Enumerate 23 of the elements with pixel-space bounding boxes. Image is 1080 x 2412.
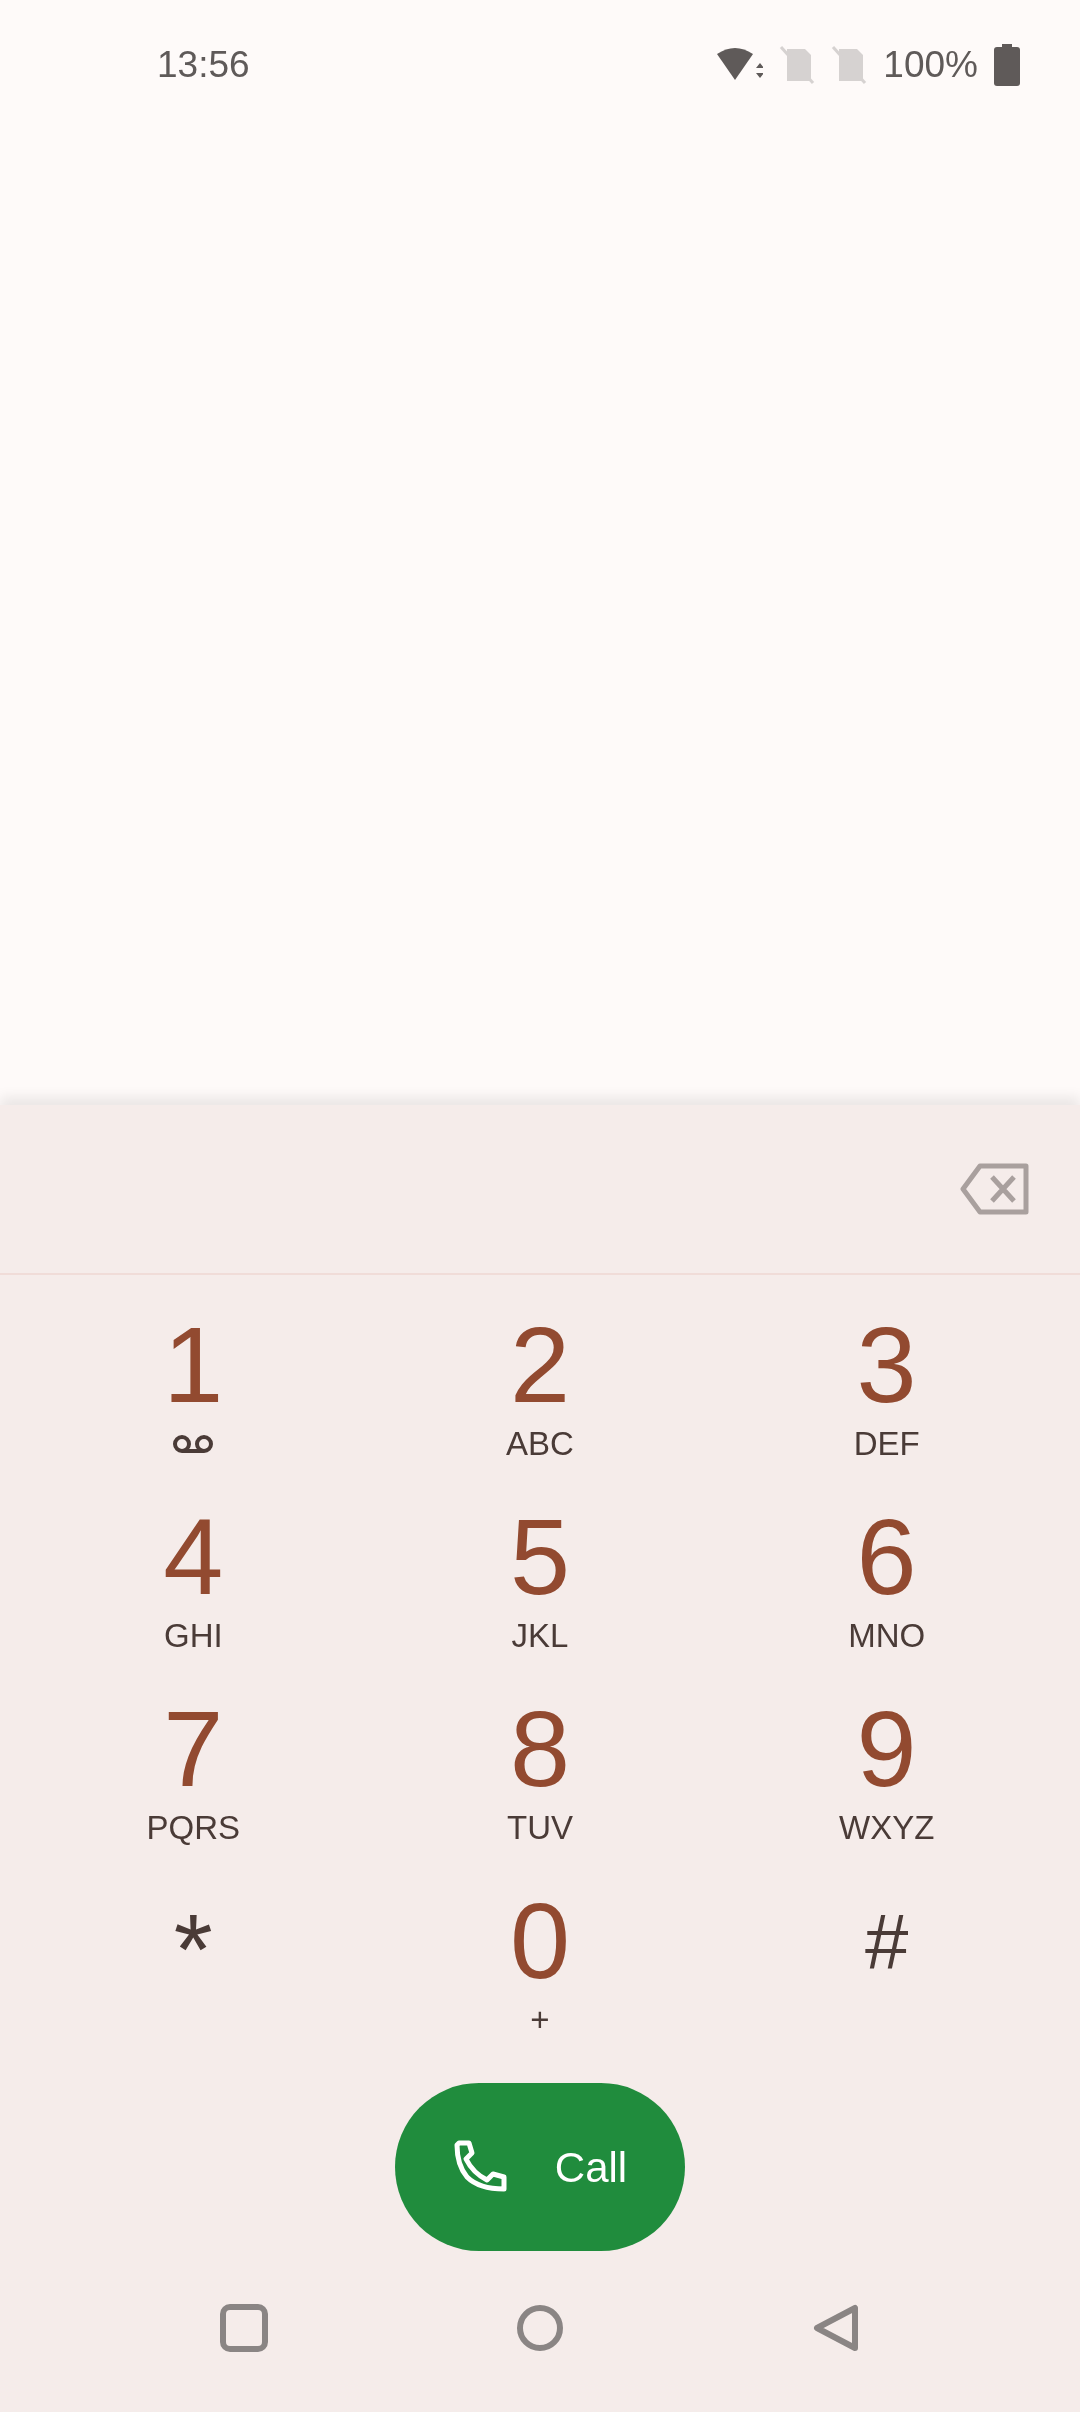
dialpad-key[interactable]: 2 ABC <box>366 1297 714 1489</box>
no-sim-icon <box>831 45 868 85</box>
back-button[interactable] <box>812 2304 860 2352</box>
dialpad-key[interactable]: 8 TUV <box>366 1681 714 1873</box>
dialpad-key[interactable]: 1 <box>20 1297 367 1489</box>
dialpad-key[interactable]: 5 JKL <box>366 1489 714 1681</box>
backspace-button[interactable] <box>960 1163 1030 1215</box>
no-sim-icon <box>779 45 816 85</box>
battery-icon <box>994 44 1020 86</box>
dialpad-key[interactable]: # <box>713 1873 1060 2065</box>
dialpad-key[interactable]: 4 GHI <box>20 1489 367 1681</box>
call-button[interactable]: Call <box>395 2083 685 2251</box>
home-button[interactable] <box>516 2304 564 2352</box>
voicemail-icon <box>171 1433 216 1455</box>
dialpad-key[interactable]: 3 DEF <box>713 1297 1060 1489</box>
dialpad-key[interactable]: * <box>20 1873 367 2065</box>
recents-button[interactable] <box>220 2304 268 2352</box>
dialpad-key[interactable]: 7 PQRS <box>20 1681 367 1873</box>
dialpad-key[interactable]: 6 MNO <box>713 1489 1060 1681</box>
dialpad-key[interactable]: 0 + <box>366 1873 714 2065</box>
status-time: 13:56 <box>157 43 250 88</box>
battery-percent: 100% <box>883 43 978 88</box>
dialpad-key[interactable]: 9 WXYZ <box>713 1681 1060 1873</box>
